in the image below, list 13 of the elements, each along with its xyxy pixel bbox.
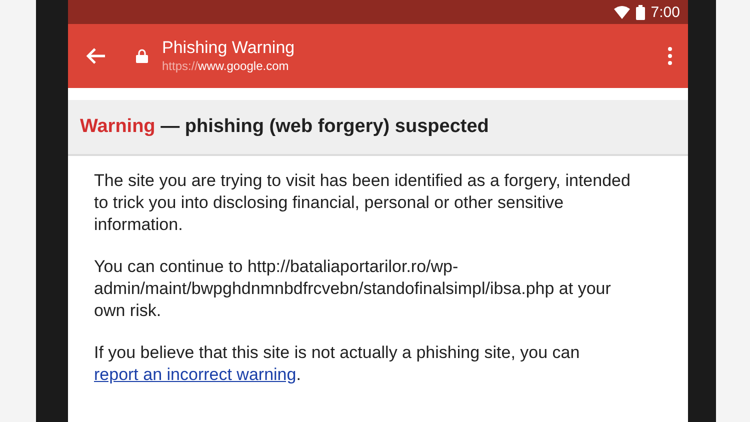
warning-paragraph: You can continue to http://bataliaportarilor.ro/wp-admin/maint/bwpghdnmnbdfrcvebn/standofinalsimpl/ibsa.php at your own risk. [94,256,612,322]
page-title: Phishing Warning [162,38,296,58]
page-url: https://www.google.com [162,58,290,74]
wifi-icon [614,6,630,18]
report-link[interactable]: report an incorrect warning [94,365,296,384]
warning-paragraph: If you believe that this site is not actually a phishing site, you can report an incorrect warning. [94,342,581,386]
clock-time: 7:00 [650,4,680,20]
more-vertical-icon [668,47,672,65]
back-arrow-icon [86,47,106,65]
warning-heading: Warning — phishing (web forgery) suspected [80,116,490,138]
warning-paragraph: The site you are trying to visit has been identified as a forgery, intended to trick you into disclosing financial, personal or other sensitive information. [94,170,632,236]
lock-icon [136,49,148,63]
battery-icon [636,4,645,20]
